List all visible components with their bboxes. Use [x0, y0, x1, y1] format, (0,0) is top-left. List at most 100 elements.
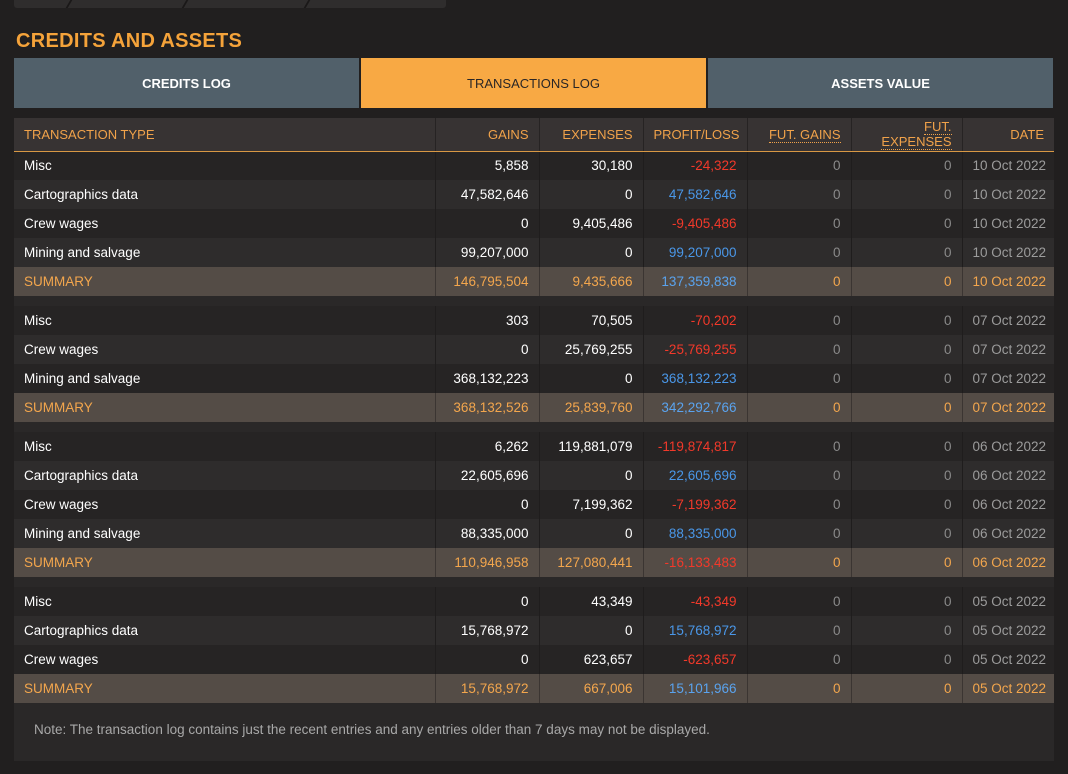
cell-fut-gains: 0	[746, 645, 851, 674]
cell-type: Crew wages	[14, 645, 435, 674]
cell-profit-loss: -9,405,486	[642, 209, 747, 238]
cell-gains: 22,605,696	[434, 461, 539, 490]
group-spacer-cell	[14, 422, 1054, 432]
cell-date: 05 Oct 2022	[961, 587, 1054, 616]
cell-profit-loss: 15,101,966	[642, 674, 747, 703]
cell-fut-gains: 0	[746, 674, 851, 703]
top-nav-stub	[14, 0, 446, 8]
group-spacer	[14, 296, 1054, 306]
cell-type: Mining and salvage	[14, 519, 435, 548]
table-body: Misc 5,858 30,180 -24,322 0 0 10 Oct 2022 Carto…	[14, 151, 1054, 703]
cell-expenses: 25,839,760	[538, 393, 643, 422]
cell-gains: 146,795,504	[434, 267, 539, 296]
cell-expenses: 7,199,362	[538, 490, 643, 519]
header-fut-gains-label: FUT. GAINS	[768, 126, 841, 143]
cell-date: 05 Oct 2022	[961, 645, 1054, 674]
cell-fut-gains: 0	[746, 490, 851, 519]
cell-fut-gains: 0	[746, 519, 851, 548]
cell-fut-gains: 0	[746, 587, 851, 616]
cell-date: 05 Oct 2022	[961, 616, 1054, 645]
cell-expenses: 0	[538, 519, 643, 548]
cell-profit-loss: 22,605,696	[642, 461, 747, 490]
cell-date: 10 Oct 2022	[961, 151, 1054, 180]
transactions-panel: TRANSACTION TYPE GAINS EXPENSES PROFIT/L…	[14, 118, 1054, 761]
cell-type: Misc	[14, 151, 435, 180]
cell-profit-loss: -24,322	[642, 151, 747, 180]
cell-date: 06 Oct 2022	[961, 519, 1054, 548]
header-fut-expenses-label: FUT. EXPENSES	[881, 119, 952, 151]
header-profit-loss[interactable]: PROFIT/LOSS	[642, 118, 747, 152]
cell-date: 06 Oct 2022	[961, 490, 1054, 519]
cell-gains: 88,335,000	[434, 519, 539, 548]
table-row: Misc 6,262 119,881,079 -119,874,817 0 0 06 Oct…	[14, 432, 1054, 461]
cell-fut-gains: 0	[746, 461, 851, 490]
cell-gains: 99,207,000	[434, 238, 539, 267]
tab-transactions-log[interactable]: TRANSACTIONS LOG	[361, 58, 706, 108]
group-spacer	[14, 577, 1054, 587]
cell-date: 10 Oct 2022	[961, 209, 1054, 238]
cell-fut-gains: 0	[746, 306, 851, 335]
cell-type: Cartographics data	[14, 461, 435, 490]
header-expenses[interactable]: EXPENSES	[538, 118, 643, 152]
cell-type: Mining and salvage	[14, 238, 435, 267]
cell-type: SUMMARY	[14, 267, 435, 296]
cell-type: Cartographics data	[14, 180, 435, 209]
table-row: Cartographics data 15,768,972 0 15,768,972 0…	[14, 616, 1054, 645]
group-spacer-cell	[14, 577, 1054, 587]
cell-fut-expenses: 0	[850, 674, 962, 703]
header-date[interactable]: DATE	[961, 118, 1054, 152]
header-gains[interactable]: GAINS	[434, 118, 539, 152]
cell-fut-expenses: 0	[850, 335, 962, 364]
cell-fut-expenses: 0	[850, 306, 962, 335]
cell-expenses: 0	[538, 616, 643, 645]
cell-profit-loss: 99,207,000	[642, 238, 747, 267]
cell-fut-gains: 0	[746, 238, 851, 267]
cell-fut-expenses: 0	[850, 209, 962, 238]
header-fut-expenses[interactable]: FUT. EXPENSES	[850, 118, 962, 152]
cell-fut-expenses: 0	[850, 490, 962, 519]
cell-gains: 303	[434, 306, 539, 335]
cell-fut-gains: 0	[746, 267, 851, 296]
log-note: Note: The transaction log contains just …	[34, 722, 710, 737]
cell-expenses: 667,006	[538, 674, 643, 703]
cell-fut-expenses: 0	[850, 393, 962, 422]
table-row: Crew wages 0 623,657 -623,657 0 0 05 Oct 2022	[14, 645, 1054, 674]
cell-date: 07 Oct 2022	[961, 335, 1054, 364]
cell-type: SUMMARY	[14, 548, 435, 577]
cell-gains: 0	[434, 209, 539, 238]
cell-gains: 47,582,646	[434, 180, 539, 209]
cell-expenses: 0	[538, 238, 643, 267]
cell-fut-gains: 0	[746, 616, 851, 645]
cell-gains: 15,768,972	[434, 616, 539, 645]
cell-profit-loss: 47,582,646	[642, 180, 747, 209]
tab-credits-log[interactable]: CREDITS LOG	[14, 58, 359, 108]
cell-fut-gains: 0	[746, 209, 851, 238]
cell-type: Misc	[14, 432, 435, 461]
cell-type: Cartographics data	[14, 616, 435, 645]
cell-profit-loss: -43,349	[642, 587, 747, 616]
header-transaction-type[interactable]: TRANSACTION TYPE	[14, 118, 435, 152]
cell-date: 06 Oct 2022	[961, 461, 1054, 490]
table-row: Cartographics data 47,582,646 0 47,582,646 0…	[14, 180, 1054, 209]
cell-profit-loss: -7,199,362	[642, 490, 747, 519]
cell-fut-expenses: 0	[850, 587, 962, 616]
tab-assets-value[interactable]: ASSETS VALUE	[708, 58, 1053, 108]
cell-gains: 0	[434, 587, 539, 616]
summary-row: SUMMARY 368,132,526 25,839,760 342,292,766 0…	[14, 393, 1054, 422]
cell-date: 10 Oct 2022	[961, 180, 1054, 209]
cell-date: 10 Oct 2022	[961, 238, 1054, 267]
cell-type: SUMMARY	[14, 393, 435, 422]
header-fut-gains[interactable]: FUT. GAINS	[746, 118, 851, 152]
cell-fut-gains: 0	[746, 151, 851, 180]
cell-gains: 5,858	[434, 151, 539, 180]
cell-fut-expenses: 0	[850, 548, 962, 577]
cell-fut-expenses: 0	[850, 432, 962, 461]
cell-expenses: 0	[538, 364, 643, 393]
cell-profit-loss: 15,768,972	[642, 616, 747, 645]
log-tabs: CREDITS LOG TRANSACTIONS LOG ASSETS VALU…	[14, 58, 1053, 108]
cell-fut-gains: 0	[746, 364, 851, 393]
cell-profit-loss: 88,335,000	[642, 519, 747, 548]
table-row: Crew wages 0 7,199,362 -7,199,362 0 0 06 Oct 2…	[14, 490, 1054, 519]
cell-type: Mining and salvage	[14, 364, 435, 393]
cell-expenses: 25,769,255	[538, 335, 643, 364]
